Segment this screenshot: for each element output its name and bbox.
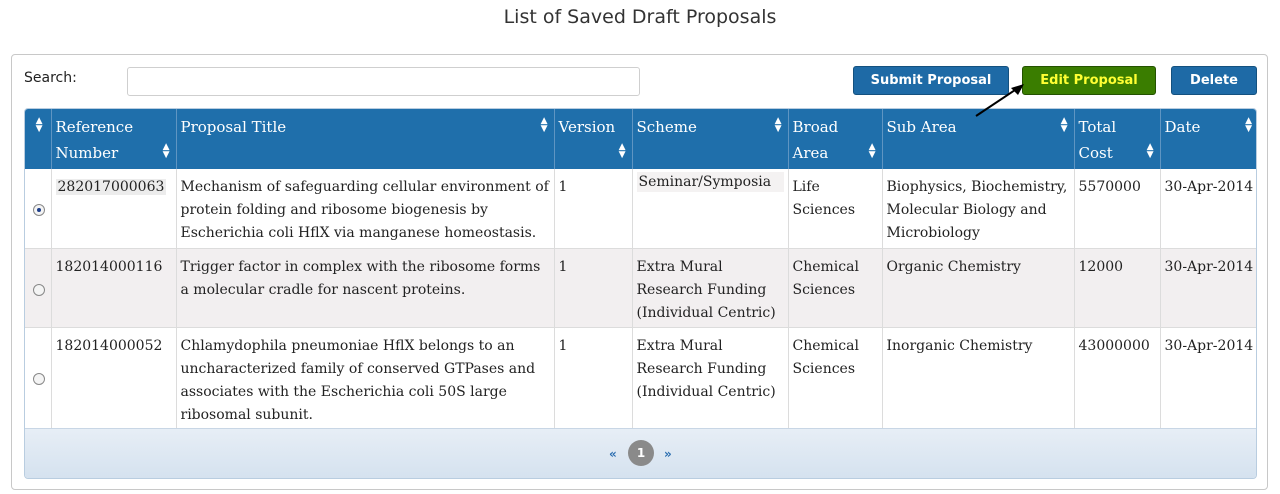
sort-icon[interactable]: ▲ ▼ [1147,143,1154,160]
column-header-version[interactable]: Version ▲ ▼ [554,109,633,169]
broad-area-cell: Chemical Sciences [788,327,883,429]
row-select-cell[interactable] [25,248,52,328]
reference-value: 282017000063 [55,179,167,195]
column-header-broad-area[interactable]: Broad Area ▲ ▼ [788,109,883,169]
reference-cell: 182014000116 [51,248,177,328]
table-row[interactable]: 182014000052 Chlamydophila pneumoniae Hf… [25,327,1256,429]
version-cell: 1 [554,248,633,328]
scheme-cell: Seminar/Symposia [632,169,789,249]
edit-proposal-button[interactable]: Edit Proposal [1022,66,1156,95]
column-header-label: Broad Area [792,118,839,162]
annotation-arrow-icon [975,84,1024,117]
sub-area-cell: Inorganic Chemistry [882,327,1075,429]
column-header-date[interactable]: Date ▲ ▼ [1160,109,1256,169]
scheme-cell: Extra Mural Research Funding (Individual… [632,248,789,328]
reference-cell: 282017000063 [51,169,177,249]
table-header-row: ▲ ▼ Reference Number ▲ ▼ Proposal Title ▲ ▼… [25,109,1256,169]
search-input[interactable] [127,67,640,96]
total-cost-cell: 12000 [1074,248,1161,328]
sort-icon[interactable]: ▲ ▼ [1061,117,1068,134]
pagination-bar: « 1 » [25,428,1256,478]
proposals-panel: Search: Submit Proposal Edit Proposal De… [11,54,1268,490]
sort-icon[interactable]: ▲ ▼ [36,117,43,134]
sort-icon[interactable]: ▲ ▼ [163,143,170,160]
version-cell: 1 [554,169,633,249]
search-label: Search: [24,70,77,86]
total-cost-cell: 5570000 [1074,169,1161,249]
sort-icon[interactable]: ▲ ▼ [619,143,626,160]
sub-area-cell: Biophysics, Biochemistry, Molecular Biol… [882,169,1075,249]
column-header-label: Reference Number [55,118,134,162]
column-header-label: Proposal Title [180,118,287,136]
column-header-label: Date [1164,118,1201,136]
title-cell: Mechanism of safeguarding cellular envir… [176,169,555,249]
sort-icon[interactable]: ▲ ▼ [541,117,548,134]
row-select-radio[interactable] [32,204,45,216]
date-cell: 30-Apr-2014 [1160,327,1256,429]
broad-area-cell: Life Sciences [788,169,883,249]
title-cell: Trigger factor in complex with the ribos… [176,248,555,328]
sort-icon[interactable]: ▲ ▼ [1245,117,1252,134]
pager-prev-icon[interactable]: « [609,447,617,461]
column-header-label: Scheme [636,118,697,136]
table-row[interactable]: 282017000063 Mechanism of safeguarding c… [25,169,1256,249]
reference-cell: 182014000052 [51,327,177,429]
sort-icon[interactable]: ▲ ▼ [869,143,876,160]
total-cost-cell: 43000000 [1074,327,1161,429]
column-header-total-cost[interactable]: Total Cost ▲ ▼ [1074,109,1161,169]
scheme-value: Seminar/Symposia [636,172,784,192]
column-header-title[interactable]: Proposal Title ▲ ▼ [176,109,555,169]
column-header-select[interactable]: ▲ ▼ [25,109,52,169]
delete-button[interactable]: Delete [1171,66,1257,95]
column-header-label: Sub Area [886,118,957,136]
pager-next-icon[interactable]: » [664,447,672,461]
column-header-scheme[interactable]: Scheme ▲ ▼ [632,109,789,169]
row-select-radio[interactable] [32,372,45,385]
version-cell: 1 [554,327,633,429]
sort-icon[interactable]: ▲ ▼ [775,117,782,134]
row-select-cell[interactable] [25,327,52,429]
row-select-radio[interactable] [32,283,45,296]
row-select-cell[interactable] [25,169,52,249]
table-row[interactable]: 182014000116 Trigger factor in complex w… [25,248,1256,328]
date-cell: 30-Apr-2014 [1160,248,1256,328]
pager-page-1[interactable]: 1 [628,440,654,466]
broad-area-cell: Chemical Sciences [788,248,883,328]
page-title: List of Saved Draft Proposals [503,6,777,28]
column-header-reference[interactable]: Reference Number ▲ ▼ [51,109,177,169]
title-cell: Chlamydophila pneumoniae HflX belongs to… [176,327,555,429]
scheme-cell: Extra Mural Research Funding (Individual… [632,327,789,429]
sub-area-cell: Organic Chemistry [882,248,1075,328]
proposals-table: ▲ ▼ Reference Number ▲ ▼ Proposal Title ▲ ▼… [25,109,1256,429]
proposals-grid: ▲ ▼ Reference Number ▲ ▼ Proposal Title ▲ ▼… [24,108,1257,479]
column-header-label: Total Cost [1078,118,1117,162]
date-cell: 30-Apr-2014 [1160,169,1256,249]
column-header-label: Version [558,118,616,136]
